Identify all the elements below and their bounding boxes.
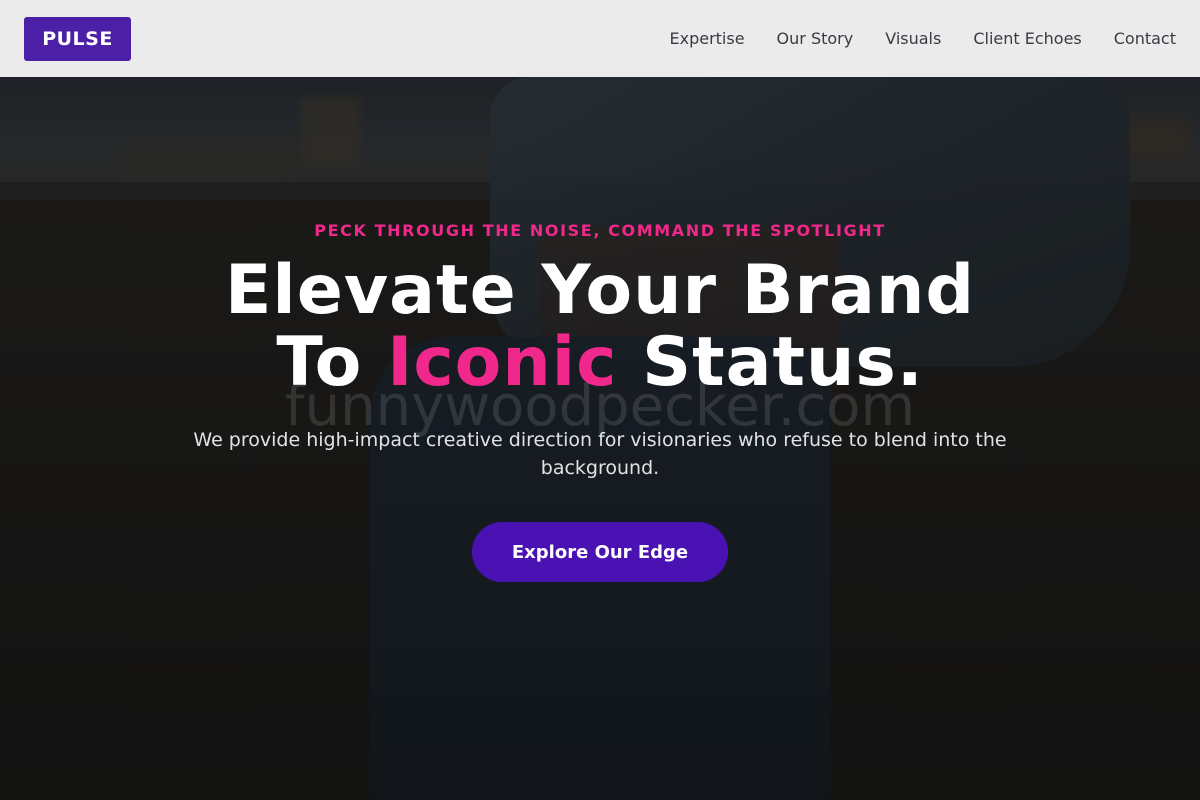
nav-link-contact[interactable]: Contact (1114, 29, 1176, 48)
explore-our-edge-button[interactable]: Explore Our Edge (472, 522, 728, 582)
main-nav: Expertise Our Story Visuals Client Echoe… (637, 29, 1176, 48)
landing-page: PULSE Expertise Our Story Visuals Client… (0, 0, 1200, 800)
nav-link-visuals[interactable]: Visuals (885, 29, 941, 48)
hero-tagline: PECK THROUGH THE NOISE, COMMAND THE SPOT… (314, 221, 886, 240)
nav-link-our-story[interactable]: Our Story (777, 29, 854, 48)
nav-link-expertise[interactable]: Expertise (669, 29, 744, 48)
site-header: PULSE Expertise Our Story Visuals Client… (0, 0, 1200, 77)
nav-link-client-echoes[interactable]: Client Echoes (973, 29, 1081, 48)
headline-line-1: Elevate Your Brand (224, 251, 976, 330)
hero-subtext: We provide high-impact creative directio… (193, 429, 1007, 479)
logo[interactable]: PULSE (24, 16, 131, 61)
